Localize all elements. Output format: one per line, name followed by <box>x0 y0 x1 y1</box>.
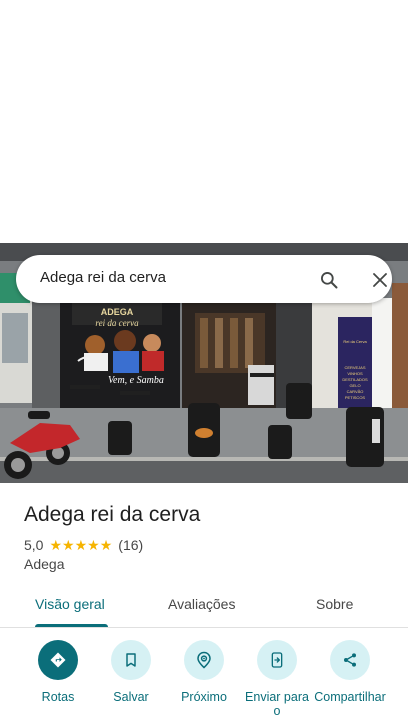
share-button[interactable]: Compartilhar <box>311 640 389 704</box>
tab-overview[interactable]: Visão geral <box>35 596 105 612</box>
nearby-icon <box>197 651 211 669</box>
svg-text:Vem, e Samba: Vem, e Samba <box>108 375 164 386</box>
review-count[interactable]: (16) <box>118 537 143 553</box>
share-icon <box>344 653 356 667</box>
share-button-circle[interactable] <box>330 640 370 680</box>
save-button[interactable]: Salvar <box>92 640 170 704</box>
nearby-label: Próximo <box>181 690 227 704</box>
save-label: Salvar <box>113 690 149 704</box>
search-icon[interactable] <box>316 267 342 293</box>
action-buttons-row: Rotas Salvar Próximo Enviar para o Compa… <box>0 640 408 726</box>
tab-reviews[interactable]: Avaliações <box>168 596 235 612</box>
send-to-phone-button-circle[interactable] <box>257 640 297 680</box>
directions-label: Rotas <box>41 690 75 704</box>
directions-button[interactable]: Rotas <box>19 640 97 704</box>
directions-button-circle[interactable] <box>38 640 78 680</box>
svg-text:VINHOS: VINHOS <box>347 371 363 376</box>
rating-value: 5,0 <box>24 537 44 553</box>
send-to-phone-button[interactable]: Enviar para o <box>238 640 316 718</box>
search-bar[interactable]: Adega rei da cerva <box>16 255 392 303</box>
save-button-circle[interactable] <box>111 640 151 680</box>
svg-text:CERVEJAS: CERVEJAS <box>344 365 365 370</box>
directions-icon <box>50 652 66 668</box>
svg-text:CARVÃO: CARVÃO <box>347 389 364 394</box>
send-to-phone-label: Enviar para o <box>245 690 309 718</box>
search-query-text[interactable]: Adega rei da cerva <box>40 269 166 286</box>
star-icon: ★ <box>99 537 113 553</box>
close-icon[interactable] <box>367 267 393 293</box>
place-tabs: Visão geral Avaliações Sobre <box>0 588 408 628</box>
svg-text:DESTILADOS: DESTILADOS <box>342 377 368 382</box>
send-to-phone-icon <box>271 652 283 668</box>
rating-row[interactable]: 5,0 ★ ★ ★ ★ ★ (16) <box>24 536 143 554</box>
map-blank-area <box>0 0 408 243</box>
rating-stars: ★ ★ ★ ★ ★ <box>49 538 112 552</box>
star-icon: ★ <box>49 537 63 553</box>
svg-text:PETISCOS: PETISCOS <box>345 395 366 400</box>
svg-text:GELO: GELO <box>349 383 360 388</box>
shop-sign-subtext: rei da cerva <box>95 318 139 328</box>
place-category: Adega <box>24 556 65 572</box>
tab-about[interactable]: Sobre <box>316 596 353 612</box>
star-icon: ★ <box>62 537 75 553</box>
nearby-button[interactable]: Próximo <box>165 640 243 704</box>
place-title: Adega rei da cerva <box>24 503 201 526</box>
bookmark-icon <box>126 653 136 667</box>
star-icon: ★ <box>87 537 100 553</box>
star-icon: ★ <box>74 537 88 553</box>
active-tab-indicator <box>35 624 108 627</box>
shop-sign-text: ADEGA <box>101 307 134 317</box>
svg-text:Rei da Cerva: Rei da Cerva <box>343 339 367 344</box>
share-label: Compartilhar <box>314 690 386 704</box>
nearby-button-circle[interactable] <box>184 640 224 680</box>
